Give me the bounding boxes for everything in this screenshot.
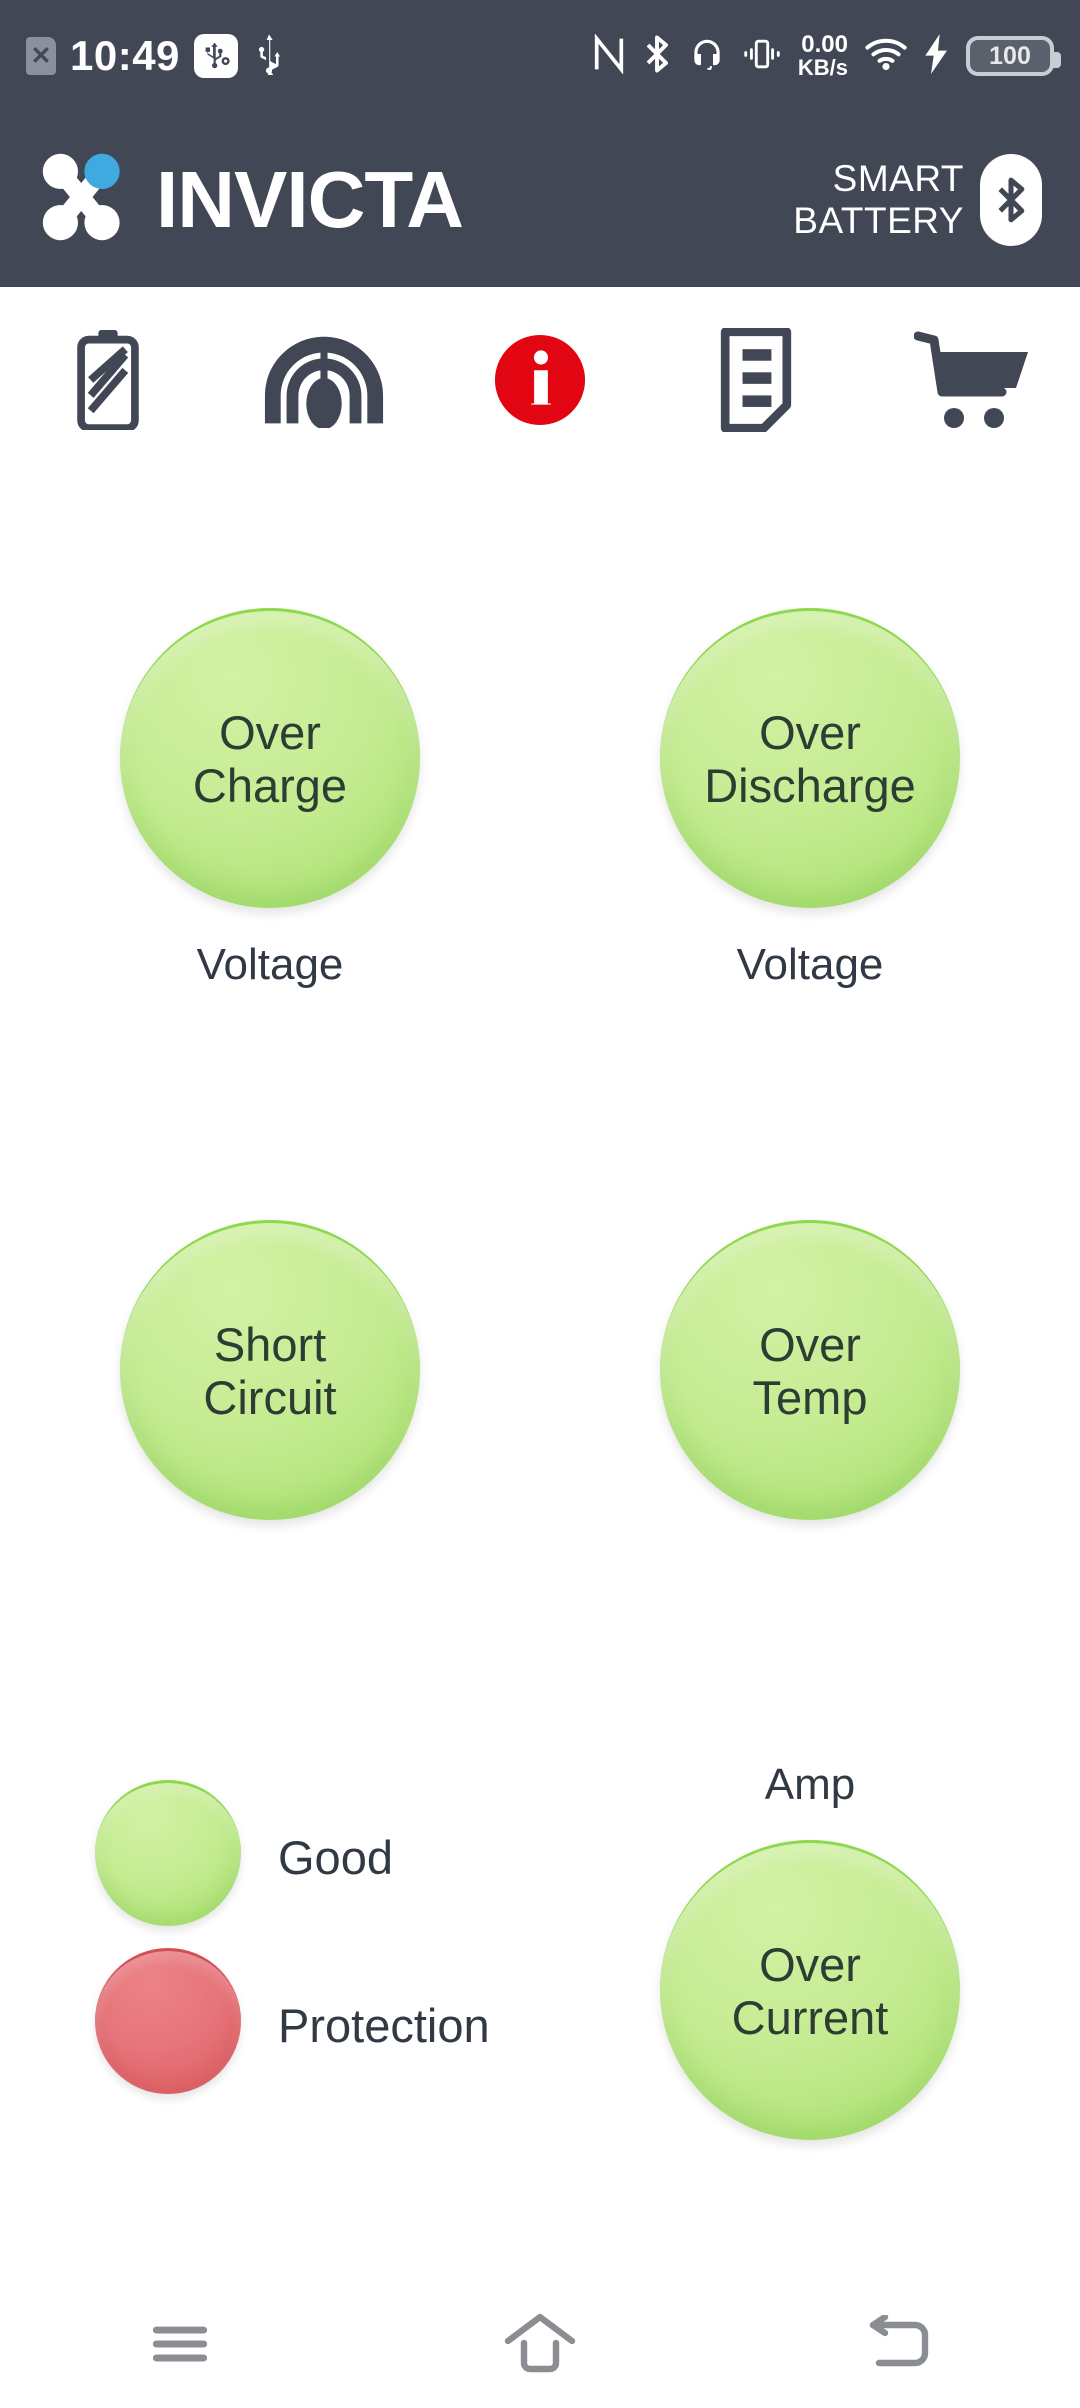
network-speed-unit: KB/s xyxy=(797,55,848,80)
legend-swatch-protection xyxy=(95,1948,241,2094)
status-bar-right: 0.00 KB/s 100 xyxy=(592,32,1061,80)
nav-home-button[interactable] xyxy=(360,2313,720,2375)
nav-item-report[interactable] xyxy=(648,287,864,472)
status-circle-label: Short Circuit xyxy=(203,1317,337,1424)
network-speed-indicator: 0.00 KB/s xyxy=(798,33,848,79)
app-header: INVICTA SMART BATTERY xyxy=(0,112,1080,287)
headset-icon xyxy=(688,35,726,78)
smart-battery-text: SMART BATTERY xyxy=(793,158,964,241)
system-status-bar: ✕ 10:49 0.00 KB/s 100 xyxy=(0,0,1080,112)
smart-battery-line2: BATTERY xyxy=(793,199,964,241)
nav-item-battery[interactable] xyxy=(0,287,216,472)
brand-block: INVICTA xyxy=(38,149,464,250)
status-circle-over-current[interactable]: Over Current xyxy=(660,1840,960,2140)
vibrate-icon xyxy=(742,36,782,77)
status-circle-over-discharge[interactable]: Over Discharge xyxy=(660,608,960,908)
legend-label-good: Good xyxy=(278,1831,393,1884)
top-icon-nav xyxy=(0,287,1080,472)
nav-back-button[interactable] xyxy=(720,2315,1080,2373)
back-icon xyxy=(869,2315,929,2367)
cart-icon xyxy=(914,331,1028,428)
usb-debug-icon xyxy=(193,34,238,78)
wifi-icon xyxy=(864,37,908,76)
status-circle-label: Over Current xyxy=(731,1937,889,2044)
nav-item-info[interactable] xyxy=(432,287,648,472)
usb-icon xyxy=(252,33,286,80)
nav-item-cart[interactable] xyxy=(864,287,1080,472)
charging-bolt-icon xyxy=(924,33,950,79)
status-caption-over-discharge: Voltage xyxy=(736,940,884,989)
status-bar-left: ✕ 10:49 xyxy=(26,32,286,80)
battery-level-text: 100 xyxy=(989,41,1031,70)
status-bar-clock: 10:49 xyxy=(70,32,180,79)
bluetooth-icon xyxy=(980,153,1042,246)
invicta-molecule-logo xyxy=(38,149,134,250)
battery-icon xyxy=(77,329,139,430)
nav-recents-button[interactable] xyxy=(0,2320,360,2368)
sim-card-disabled-icon: ✕ xyxy=(26,37,56,75)
status-circle-short-circuit[interactable]: Short Circuit xyxy=(120,1220,420,1520)
status-caption-over-charge: Voltage xyxy=(196,940,344,989)
gauge-icon xyxy=(264,336,384,428)
status-circle-over-temp[interactable]: Over Temp xyxy=(660,1220,960,1520)
status-circle-label: Over Charge xyxy=(192,705,348,812)
bluetooth-icon xyxy=(642,33,672,80)
info-icon xyxy=(494,334,586,425)
system-nav-bar xyxy=(0,2280,1080,2408)
nav-item-gauge[interactable] xyxy=(216,287,432,472)
menu-icon xyxy=(152,2326,208,2362)
status-circle-over-charge[interactable]: Over Charge xyxy=(120,608,420,908)
home-icon xyxy=(504,2313,576,2373)
document-icon xyxy=(720,327,792,432)
nfc-icon xyxy=(592,32,626,79)
legend-label-protection: Protection xyxy=(278,1999,490,2052)
status-caption-over-current: Amp xyxy=(764,1760,856,1809)
legend-swatch-good xyxy=(95,1780,241,1926)
battery-level-indicator: 100 xyxy=(966,36,1061,76)
status-circle-label: Over Discharge xyxy=(704,705,916,812)
network-speed-value: 0.00 xyxy=(801,31,848,58)
smart-battery-line1: SMART xyxy=(832,158,964,200)
status-circle-label: Over Temp xyxy=(752,1317,868,1424)
smart-battery-badge: SMART BATTERY xyxy=(793,153,1042,246)
brand-name: INVICTA xyxy=(156,154,464,244)
app-screen: ✕ 10:49 0.00 KB/s 100 INVICTA SMART BATT… xyxy=(0,0,1080,2408)
